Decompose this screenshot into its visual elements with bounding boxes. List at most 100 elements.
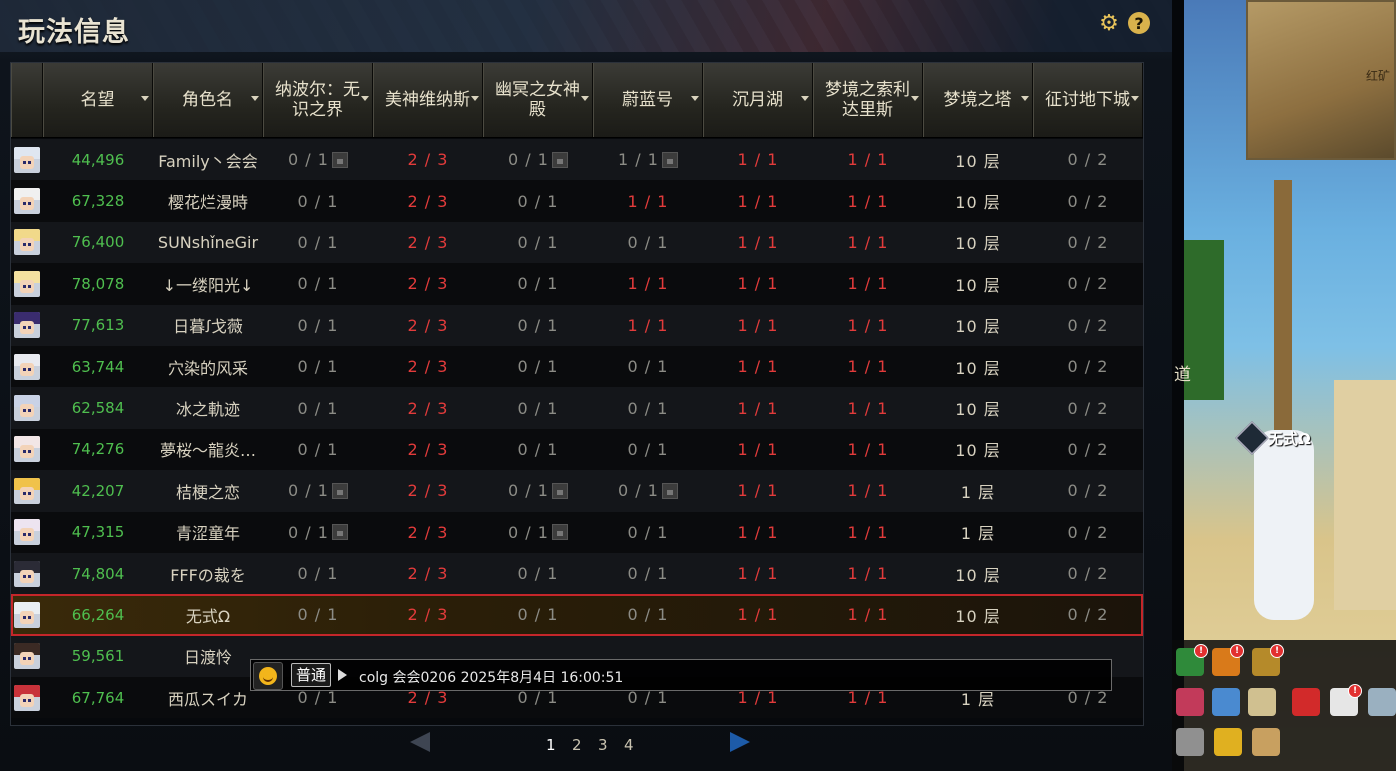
progress-value: 1 / 1 bbox=[847, 150, 889, 170]
progress-value: 0 / 1 bbox=[517, 439, 559, 459]
player-character[interactable] bbox=[1254, 430, 1314, 620]
avatar-icon bbox=[14, 519, 40, 546]
sort-caret-icon[interactable] bbox=[801, 96, 809, 101]
brush-icon[interactable] bbox=[1212, 688, 1240, 716]
map-pin-icon[interactable] bbox=[1214, 728, 1242, 756]
gear-icon[interactable]: ⚙ bbox=[1098, 11, 1120, 36]
mail-icon[interactable]: ! bbox=[1176, 644, 1208, 676]
sort-caret-icon[interactable] bbox=[471, 96, 479, 101]
prev-page-arrow-icon[interactable] bbox=[410, 732, 430, 752]
link-icon[interactable] bbox=[1368, 688, 1396, 716]
progress-value: 0 / 2 bbox=[1067, 232, 1109, 252]
home-icon[interactable]: ! bbox=[1252, 644, 1284, 676]
channel-arrow-icon[interactable] bbox=[338, 669, 347, 681]
table-row[interactable]: 44,496 Family丶会会 0 / 1 2 / 3 0 / 1 1 / 1 1 / 1… bbox=[11, 139, 1143, 181]
column-header-7[interactable]: 沉月湖 bbox=[703, 63, 813, 137]
avatar-cell bbox=[11, 553, 43, 594]
progress-value: 0 / 2 bbox=[1067, 522, 1109, 542]
table-row[interactable]: 74,804 FFFの裁を 0 / 1 2 / 3 0 / 1 0 / 1 1 / 1 1 /… bbox=[11, 552, 1143, 595]
character-name: 穴染的风采 bbox=[167, 358, 248, 378]
table-row[interactable]: 67,328 樱花烂漫時 0 / 1 2 / 3 0 / 1 1 / 1 1 / 1 1 / … bbox=[11, 180, 1143, 222]
table-row[interactable]: 42,207 桔梗之恋 0 / 1 2 / 3 0 / 1 0 / 1 1 / 1 1 / 1… bbox=[11, 470, 1143, 512]
character-name: 桔梗之恋 bbox=[175, 482, 240, 502]
sort-caret-icon[interactable] bbox=[691, 96, 699, 101]
page-number-1[interactable]: 1 bbox=[546, 736, 556, 754]
sort-caret-icon[interactable] bbox=[1131, 96, 1139, 101]
column-header-3[interactable]: 纳波尔：无识之界 bbox=[263, 63, 373, 137]
next-page-arrow-icon[interactable] bbox=[730, 732, 750, 752]
shop-icon[interactable]: ! bbox=[1212, 644, 1244, 676]
progress-value: 0 / 2 bbox=[1067, 564, 1109, 584]
table-row[interactable]: 63,744 穴染的风采 0 / 1 2 / 3 0 / 1 0 / 1 1 / 1 1 / … bbox=[11, 345, 1143, 388]
progress-value: 1 / 1 bbox=[847, 232, 889, 252]
progress-cell: 1 / 1 bbox=[703, 512, 813, 553]
progress-cell: 10 层 bbox=[923, 180, 1033, 221]
column-header-label: 名望 bbox=[80, 90, 115, 110]
page-number-4[interactable]: 4 bbox=[624, 736, 634, 754]
chat-channel-button[interactable]: 普通 bbox=[291, 663, 332, 687]
page-number-3[interactable]: 3 bbox=[598, 736, 608, 754]
sort-caret-icon[interactable] bbox=[911, 96, 919, 101]
handshake-icon[interactable] bbox=[1248, 688, 1276, 716]
camera-icon[interactable]: ! bbox=[1330, 684, 1362, 716]
avatar-cell bbox=[11, 346, 43, 387]
table-row[interactable]: 74,276 夢桜～龍炎… 0 / 1 2 / 3 0 / 1 0 / 1 1 / 1 1 /… bbox=[11, 428, 1143, 471]
progress-value: 1 / 1 bbox=[847, 564, 889, 584]
column-header-6[interactable]: 蔚蓝号 bbox=[593, 63, 703, 137]
sort-caret-icon[interactable] bbox=[141, 96, 149, 101]
table-row[interactable]: 78,078 ↓一缕阳光↓ 0 / 1 2 / 3 0 / 1 1 / 1 1 / 1 1 /… bbox=[11, 263, 1143, 305]
calendar-icon[interactable] bbox=[1176, 688, 1204, 716]
progress-cell: 0 / 1 bbox=[483, 594, 593, 635]
pagination: 1234 bbox=[0, 726, 1172, 766]
progress-cell: 1 / 1 bbox=[813, 346, 923, 387]
progress-value: 0 / 2 bbox=[1067, 191, 1109, 211]
column-header-1[interactable]: 名望 bbox=[43, 63, 153, 137]
progress-cell: 1 / 1 bbox=[813, 470, 923, 511]
sort-caret-icon[interactable] bbox=[581, 96, 589, 101]
column-header-4[interactable]: 美神维纳斯 bbox=[373, 63, 483, 137]
table-row[interactable]: 62,584 冰之軌迹 0 / 1 2 / 3 0 / 1 0 / 1 1 / 1 1 / 1… bbox=[11, 387, 1143, 429]
avatar-cell bbox=[11, 305, 43, 346]
character-name: 青涩童年 bbox=[175, 524, 240, 544]
table-row[interactable]: 76,400 SUNshǐneGir 0 / 1 2 / 3 0 / 1 0 / 1 1 /… bbox=[11, 221, 1143, 264]
trophy-icon[interactable] bbox=[1176, 728, 1204, 756]
table-row[interactable]: 77,613 日暮ꭍ戈薇 0 / 1 2 / 3 0 / 1 1 / 1 1 / 1 1 / … bbox=[11, 304, 1143, 346]
table-row-selected[interactable]: 66,264 无式Ω 0 / 1 2 / 3 0 / 1 0 / 1 1 / 1 1 / 1 1… bbox=[11, 594, 1143, 636]
progress-value: 0 / 1 bbox=[517, 232, 559, 252]
progress-cell: 0 / 1 bbox=[263, 139, 373, 180]
sort-caret-icon[interactable] bbox=[251, 96, 259, 101]
progress-value: 1 / 1 bbox=[847, 191, 889, 211]
sort-caret-icon[interactable] bbox=[361, 96, 369, 101]
progress-cell: 0 / 1 bbox=[593, 222, 703, 263]
boxing-glove-icon[interactable] bbox=[1292, 688, 1320, 716]
column-header-10[interactable]: 征讨地下城 bbox=[1033, 63, 1143, 137]
column-header-8[interactable]: 梦境之索利达里斯 bbox=[813, 63, 923, 137]
progress-value: 2 / 3 bbox=[407, 688, 449, 708]
progress-value: 1 / 1 bbox=[627, 315, 669, 335]
fame-value: 44,496 bbox=[71, 150, 125, 169]
progress-cell: 1 / 1 bbox=[813, 553, 923, 594]
avatar-icon bbox=[14, 684, 40, 711]
progress-cell: 1 / 1 bbox=[703, 429, 813, 470]
avatar-icon bbox=[14, 477, 40, 504]
emoticon-button[interactable] bbox=[253, 662, 283, 690]
fame-value: 76,400 bbox=[71, 233, 125, 252]
page-number-2[interactable]: 2 bbox=[572, 736, 582, 754]
column-header-2[interactable]: 角色名 bbox=[153, 63, 263, 137]
help-icon[interactable]: ? bbox=[1128, 12, 1150, 34]
progress-cell: 1 / 1 bbox=[593, 263, 703, 304]
column-header-label: 美神维纳斯 bbox=[385, 90, 470, 110]
progress-cell: 2 / 3 bbox=[373, 387, 483, 428]
sort-caret-icon[interactable] bbox=[1021, 96, 1029, 101]
progress-value: 2 / 3 bbox=[407, 522, 449, 542]
column-header-9[interactable]: 梦境之塔 bbox=[923, 63, 1033, 137]
table-row[interactable]: 47,315 青涩童年 0 / 1 2 / 3 0 / 1 0 / 1 1 / 1 1 / 1… bbox=[11, 511, 1143, 553]
avatar-icon bbox=[14, 643, 40, 670]
column-header-5[interactable]: 幽冥之女神殿 bbox=[483, 63, 593, 137]
progress-cell: 1 / 1 bbox=[703, 263, 813, 304]
progress-cell: 10 层 bbox=[923, 346, 1033, 387]
progress-cell: 1 / 1 bbox=[593, 305, 703, 346]
progress-cell: 0 / 1 bbox=[263, 180, 373, 221]
progress-value: 0 / 1 bbox=[627, 688, 669, 708]
book-icon[interactable] bbox=[1252, 728, 1280, 756]
